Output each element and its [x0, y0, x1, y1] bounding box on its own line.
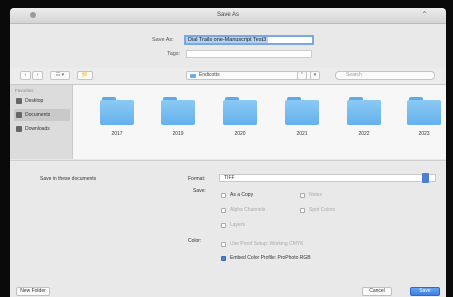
- file-browser: 2017 2019 2020 2021 2022 2023: [73, 85, 446, 159]
- layers-checkbox[interactable]: [221, 223, 226, 228]
- toolbar: ‹ › ☷ ▾ 📁 Endicotts ⌃ ▾ Search: [10, 68, 446, 85]
- hide-extension-label: Save in these documents: [40, 176, 97, 182]
- save-label: Save:: [193, 188, 206, 194]
- alpha-label: Alpha Channels: [230, 207, 266, 213]
- folder-body: [285, 100, 319, 125]
- folder-name: 2020: [234, 131, 246, 137]
- save-as-value: Dial Trails one-Manuscript Test3: [186, 37, 269, 43]
- folder-item[interactable]: 2020: [223, 97, 261, 137]
- sidebar-item-downloads[interactable]: Downloads: [14, 123, 70, 135]
- folder-item[interactable]: 2022: [347, 97, 385, 137]
- folder-body: [407, 100, 441, 125]
- sidebar-item-label: Documents: [25, 112, 51, 118]
- location-stepper[interactable]: ⌃: [297, 71, 307, 80]
- folder-item[interactable]: 2017: [100, 97, 138, 137]
- save-as-input[interactable]: Dial Trails one-Manuscript Test3: [184, 35, 314, 45]
- notes-checkbox[interactable]: [300, 193, 305, 198]
- tags-input[interactable]: [186, 50, 312, 58]
- folder-name: 2021: [296, 131, 308, 137]
- sidebar-item-documents[interactable]: Documents: [14, 109, 70, 121]
- save-button[interactable]: Save: [410, 287, 440, 296]
- format-label: Format:: [188, 176, 206, 182]
- spot-colors-checkbox[interactable]: [300, 208, 305, 213]
- folder-name: 2017: [111, 131, 123, 137]
- collapse-icon[interactable]: ⌃: [421, 11, 428, 19]
- search-placeholder: Search: [346, 72, 362, 78]
- title-bar: Save As ⌃: [10, 8, 446, 24]
- sidebar-header: Favorites: [15, 88, 34, 93]
- folder-item[interactable]: 2023: [407, 97, 445, 137]
- save-options: Save in these documents Format: TIFF Sav…: [10, 160, 446, 285]
- search-input[interactable]: Search: [335, 71, 435, 80]
- desktop-icon: [16, 98, 22, 104]
- bottom-bar: New Folder Cancel Save: [10, 284, 446, 297]
- location-label: Endicotts: [199, 72, 220, 78]
- forward-button[interactable]: ›: [32, 71, 43, 80]
- alpha-checkbox[interactable]: [221, 208, 226, 213]
- folder-body: [161, 100, 195, 125]
- sidebar: Favorites Desktop Documents Downloads: [10, 85, 73, 159]
- folder-name: 2019: [172, 131, 184, 137]
- save-as-label: Save As:: [152, 37, 174, 43]
- format-select[interactable]: TIFF: [219, 174, 436, 182]
- sidebar-item-label: Downloads: [25, 126, 50, 132]
- sidebar-item-label: Desktop: [25, 98, 44, 104]
- documents-icon: [16, 112, 22, 118]
- folder-body: [223, 100, 257, 125]
- layers-label: Layers: [230, 222, 246, 228]
- use-proof-checkbox[interactable]: [221, 242, 226, 247]
- format-stepper[interactable]: [422, 173, 429, 183]
- sidebar-item-desktop[interactable]: Desktop: [14, 95, 70, 107]
- notes-label: Notes: [309, 192, 323, 198]
- as-copy-checkbox[interactable]: [221, 193, 226, 198]
- cancel-button[interactable]: Cancel: [362, 287, 392, 296]
- color-label: Color:: [188, 238, 202, 244]
- as-copy-label: As a Copy: [230, 192, 254, 198]
- location-popup[interactable]: Endicotts: [186, 71, 312, 80]
- folder-name: 2023: [418, 131, 430, 137]
- folder-name: 2022: [358, 131, 370, 137]
- tags-label: Tags:: [167, 51, 181, 57]
- spot-colors-label: Spot Colors: [309, 207, 336, 213]
- new-folder-icon[interactable]: 📁: [77, 71, 93, 80]
- save-dialog: Save As ⌃ Save As: Dial Trails one-Manus…: [10, 8, 446, 297]
- expand-button[interactable]: ▾: [310, 71, 320, 80]
- back-button[interactable]: ‹: [20, 71, 31, 80]
- folder-item[interactable]: 2019: [161, 97, 199, 137]
- folder-body: [100, 100, 134, 125]
- embed-profile-checkbox[interactable]: [221, 256, 226, 261]
- folder-item[interactable]: 2021: [285, 97, 323, 137]
- new-folder-button[interactable]: New Folder: [16, 287, 50, 296]
- view-options-button[interactable]: ☷ ▾: [50, 71, 70, 80]
- downloads-icon: [16, 126, 22, 132]
- embed-profile-label: Embed Color Profile: ProPhoto RGB: [230, 255, 311, 261]
- folder-icon: [190, 74, 196, 78]
- folder-body: [347, 100, 381, 125]
- window-title: Save As: [216, 12, 239, 18]
- use-proof-label: Use Proof Setup: Working CMYK: [230, 241, 304, 247]
